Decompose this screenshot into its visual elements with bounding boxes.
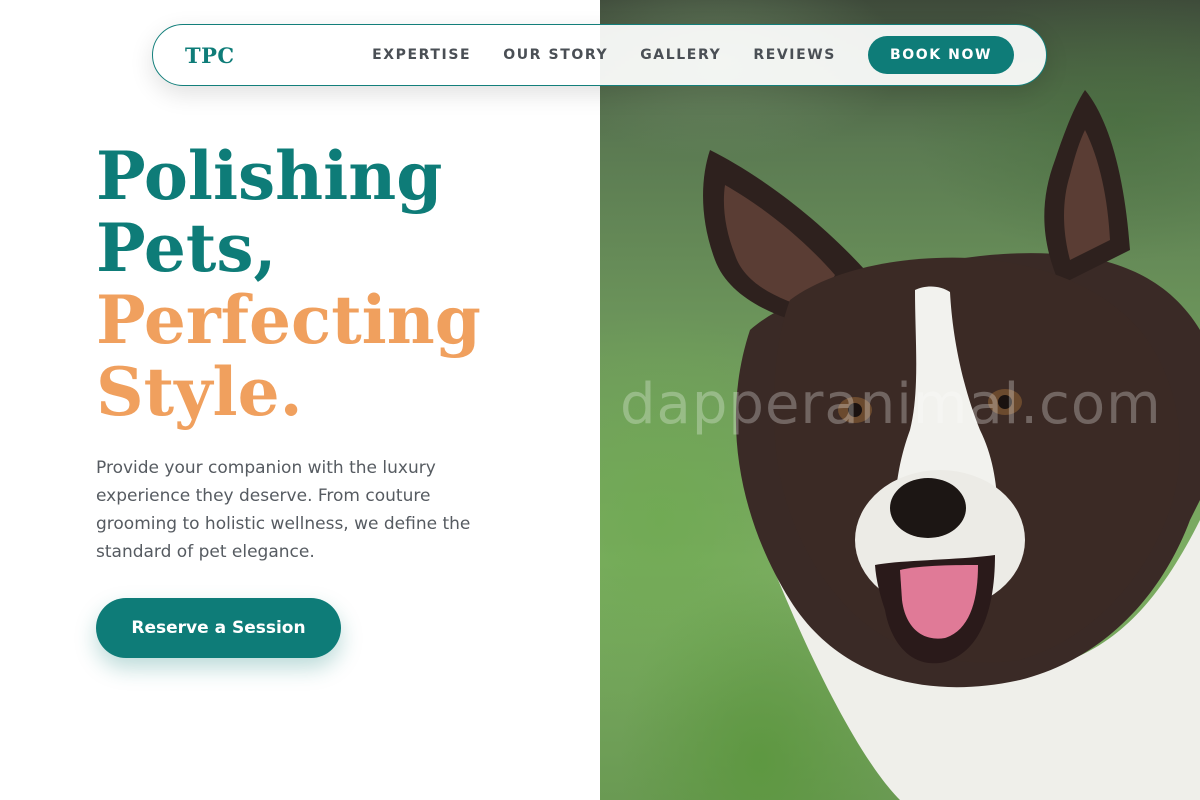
headline-line-perfecting: Perfecting xyxy=(96,281,481,359)
headline-line-style: Style. xyxy=(96,353,303,431)
brand-logo[interactable]: TPC xyxy=(185,43,235,68)
nav-links: EXPERTISE OUR STORY GALLERY REVIEWS xyxy=(372,47,836,63)
headline-line-pets: Pets, xyxy=(96,209,277,287)
reserve-session-button[interactable]: Reserve a Session xyxy=(96,598,341,658)
nav-link-our-story[interactable]: OUR STORY xyxy=(503,47,608,63)
hero-dog-photo: dapperanimal.com xyxy=(600,0,1200,800)
watermark-text: dapperanimal.com xyxy=(620,372,1162,437)
book-now-button[interactable]: BOOK NOW xyxy=(868,36,1014,74)
hero-description: Provide your companion with the luxury e… xyxy=(96,458,471,562)
nav-link-expertise[interactable]: EXPERTISE xyxy=(372,47,471,63)
headline-line-polishing: Polishing xyxy=(96,137,443,215)
hero-headline: Polishing Pets, Perfecting Style. xyxy=(96,140,576,428)
top-navbar: TPC EXPERTISE OUR STORY GALLERY REVIEWS … xyxy=(152,24,1047,86)
nav-link-gallery[interactable]: GALLERY xyxy=(640,47,721,63)
nav-link-reviews[interactable]: REVIEWS xyxy=(753,47,836,63)
